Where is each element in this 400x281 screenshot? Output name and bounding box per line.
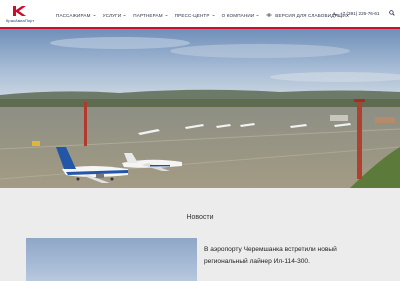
news-item-image[interactable]	[26, 238, 197, 281]
chevron-down-icon	[256, 14, 259, 16]
nav-item-press-center[interactable]: ПРЕСС-ЦЕНТР	[175, 13, 215, 18]
phone-icon	[333, 12, 337, 15]
airport-apron-photo	[0, 29, 400, 188]
main-nav: ПАССАЖИРАМ УСЛУГИ ПАРТНЕРАМ ПРЕСС-ЦЕНТР …	[56, 11, 356, 19]
news-section-title: Новости	[186, 214, 214, 221]
hero-banner	[0, 29, 400, 188]
chevron-down-icon	[211, 14, 215, 16]
logo-mark-icon	[13, 6, 26, 16]
logo[interactable]: КрасАвиаПорт	[6, 5, 44, 23]
nav-item-services[interactable]: УСЛУГИ	[103, 13, 127, 18]
phone-link[interactable]: +7 (391) 226-76-61	[333, 11, 379, 16]
nav-item-partners[interactable]: ПАРТНЕРАМ	[133, 12, 168, 18]
chevron-down-icon	[123, 14, 126, 16]
logo-text: КрасАвиаПорт	[6, 18, 35, 23]
nav-label: ПРЕСС-ЦЕНТР	[174, 12, 210, 18]
chevron-down-icon	[92, 14, 96, 16]
news-item-text[interactable]: В аэропорту Черемшанка встретили новый р…	[204, 244, 369, 268]
phone-number: +7 (391) 226-76-61	[340, 11, 380, 16]
site-header: КрасАвиаПорт ПАССАЖИРАМ УСЛУГИ ПАРТНЕРАМ…	[0, 0, 400, 29]
nav-label: УСЛУГИ	[102, 12, 122, 18]
nav-label: ПАССАЖИРАМ	[56, 12, 91, 18]
nav-label: ПАРТНЕРАМ	[133, 12, 163, 18]
search-icon[interactable]	[389, 10, 395, 16]
chevron-down-icon	[165, 14, 168, 16]
eye-icon	[266, 13, 273, 17]
nav-label: О КОМПАНИИ	[221, 12, 255, 18]
nav-item-passengers[interactable]: ПАССАЖИРАМ	[56, 13, 96, 18]
nav-item-about[interactable]: О КОМПАНИИ	[222, 13, 260, 18]
